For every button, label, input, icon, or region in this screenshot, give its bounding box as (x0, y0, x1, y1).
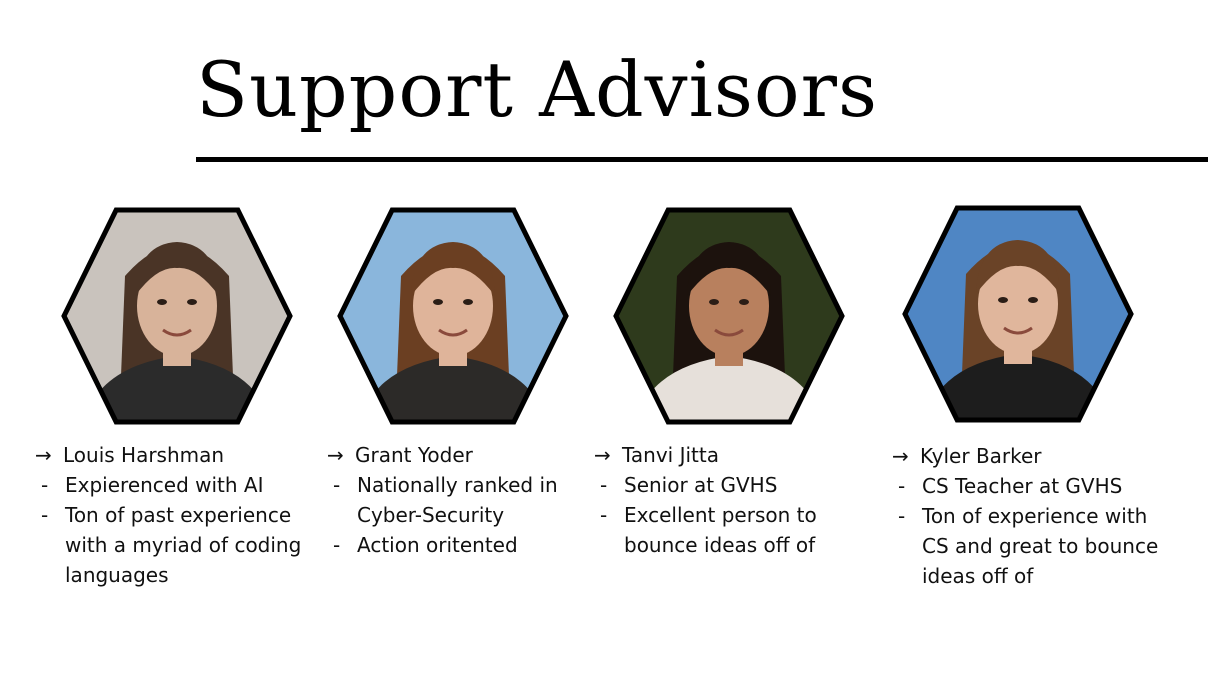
bullet-item: - Senior at GVHS (594, 470, 817, 500)
portrait-grant-yoder (336, 206, 570, 426)
advisor-bullet-list: - Senior at GVHS - Excellent person to bou… (594, 470, 817, 560)
advisor-name: Louis Harshman (63, 443, 225, 467)
hexagon-photo (902, 205, 1134, 423)
arrow-icon: → (327, 443, 344, 467)
eye-left (157, 299, 167, 305)
bullet-item: - Excellent person to (594, 500, 817, 530)
advisor-name: Grant Yoder (355, 443, 473, 467)
dash-icon: - (600, 503, 608, 527)
dash-icon: - (41, 503, 49, 527)
dash-icon: - (333, 533, 341, 557)
hexagon-photo (613, 207, 845, 425)
advisor-card-grant-yoder: → Grant Yoder - Nationally ranked in Cybe… (327, 440, 558, 560)
eye-right (1028, 297, 1038, 303)
dash-icon: - (333, 473, 341, 497)
hexagon-photo (61, 207, 293, 425)
advisor-bullet-list: - Expierenced with AI - Ton of past experi… (35, 470, 301, 590)
bullet-continuation: languages (65, 563, 169, 587)
bullet-continuation: ideas off of (922, 564, 1034, 588)
portrait-louis-harshman (60, 206, 294, 426)
arrow-icon: → (892, 444, 909, 468)
arrow-icon: → (35, 443, 52, 467)
arrow-icon: → (594, 443, 611, 467)
bullet-item: - Ton of past experience (35, 500, 301, 530)
title-underline (196, 157, 1208, 162)
bullet-continuation: Cyber-Security (357, 503, 505, 527)
dash-icon: - (600, 473, 608, 497)
advisor-name: Kyler Barker (920, 444, 1042, 468)
slide-title: Support Advisors (196, 45, 878, 134)
dash-icon: - (41, 473, 49, 497)
eye-right (739, 299, 749, 305)
advisor-card-louis-harshman: → Louis Harshman - Expierenced with AI -T… (35, 440, 301, 590)
eye-right (463, 299, 473, 305)
bullet-item: - CS Teacher at GVHS (892, 471, 1158, 501)
hexagon-photo (337, 207, 569, 425)
bullet-item: - Expierenced with AI (35, 470, 301, 500)
advisor-bullet-list: - Nationally ranked in Cyber-Security - Ac… (327, 470, 558, 560)
bullet-item: - Ton of experience with (892, 501, 1158, 531)
bullet-continuation: bounce ideas off of (624, 533, 816, 557)
eye-left (709, 299, 719, 305)
bullet-item: - Nationally ranked in (327, 470, 558, 500)
portrait-tanvi-jitta (612, 206, 846, 426)
bullet-item: - Action oritented (327, 530, 558, 560)
eye-left (433, 299, 443, 305)
bullet-continuation: CS and great to bounce (922, 534, 1159, 558)
advisor-card-tanvi-jitta: → Tanvi Jitta - Senior at GVHS - Excellent… (594, 440, 817, 560)
dash-icon: - (898, 474, 906, 498)
bullet-continuation: with a myriad of coding (65, 533, 302, 557)
eye-right (187, 299, 197, 305)
portrait-kyler-barker (901, 204, 1135, 424)
dash-icon: - (898, 504, 906, 528)
advisor-card-kyler-barker: → Kyler Barker - CS Teacher at GVHS - Ton … (892, 441, 1158, 591)
advisor-name: Tanvi Jitta (622, 443, 719, 467)
advisor-bullet-list: - CS Teacher at GVHS - Ton of experience w… (892, 471, 1158, 591)
eye-left (998, 297, 1008, 303)
